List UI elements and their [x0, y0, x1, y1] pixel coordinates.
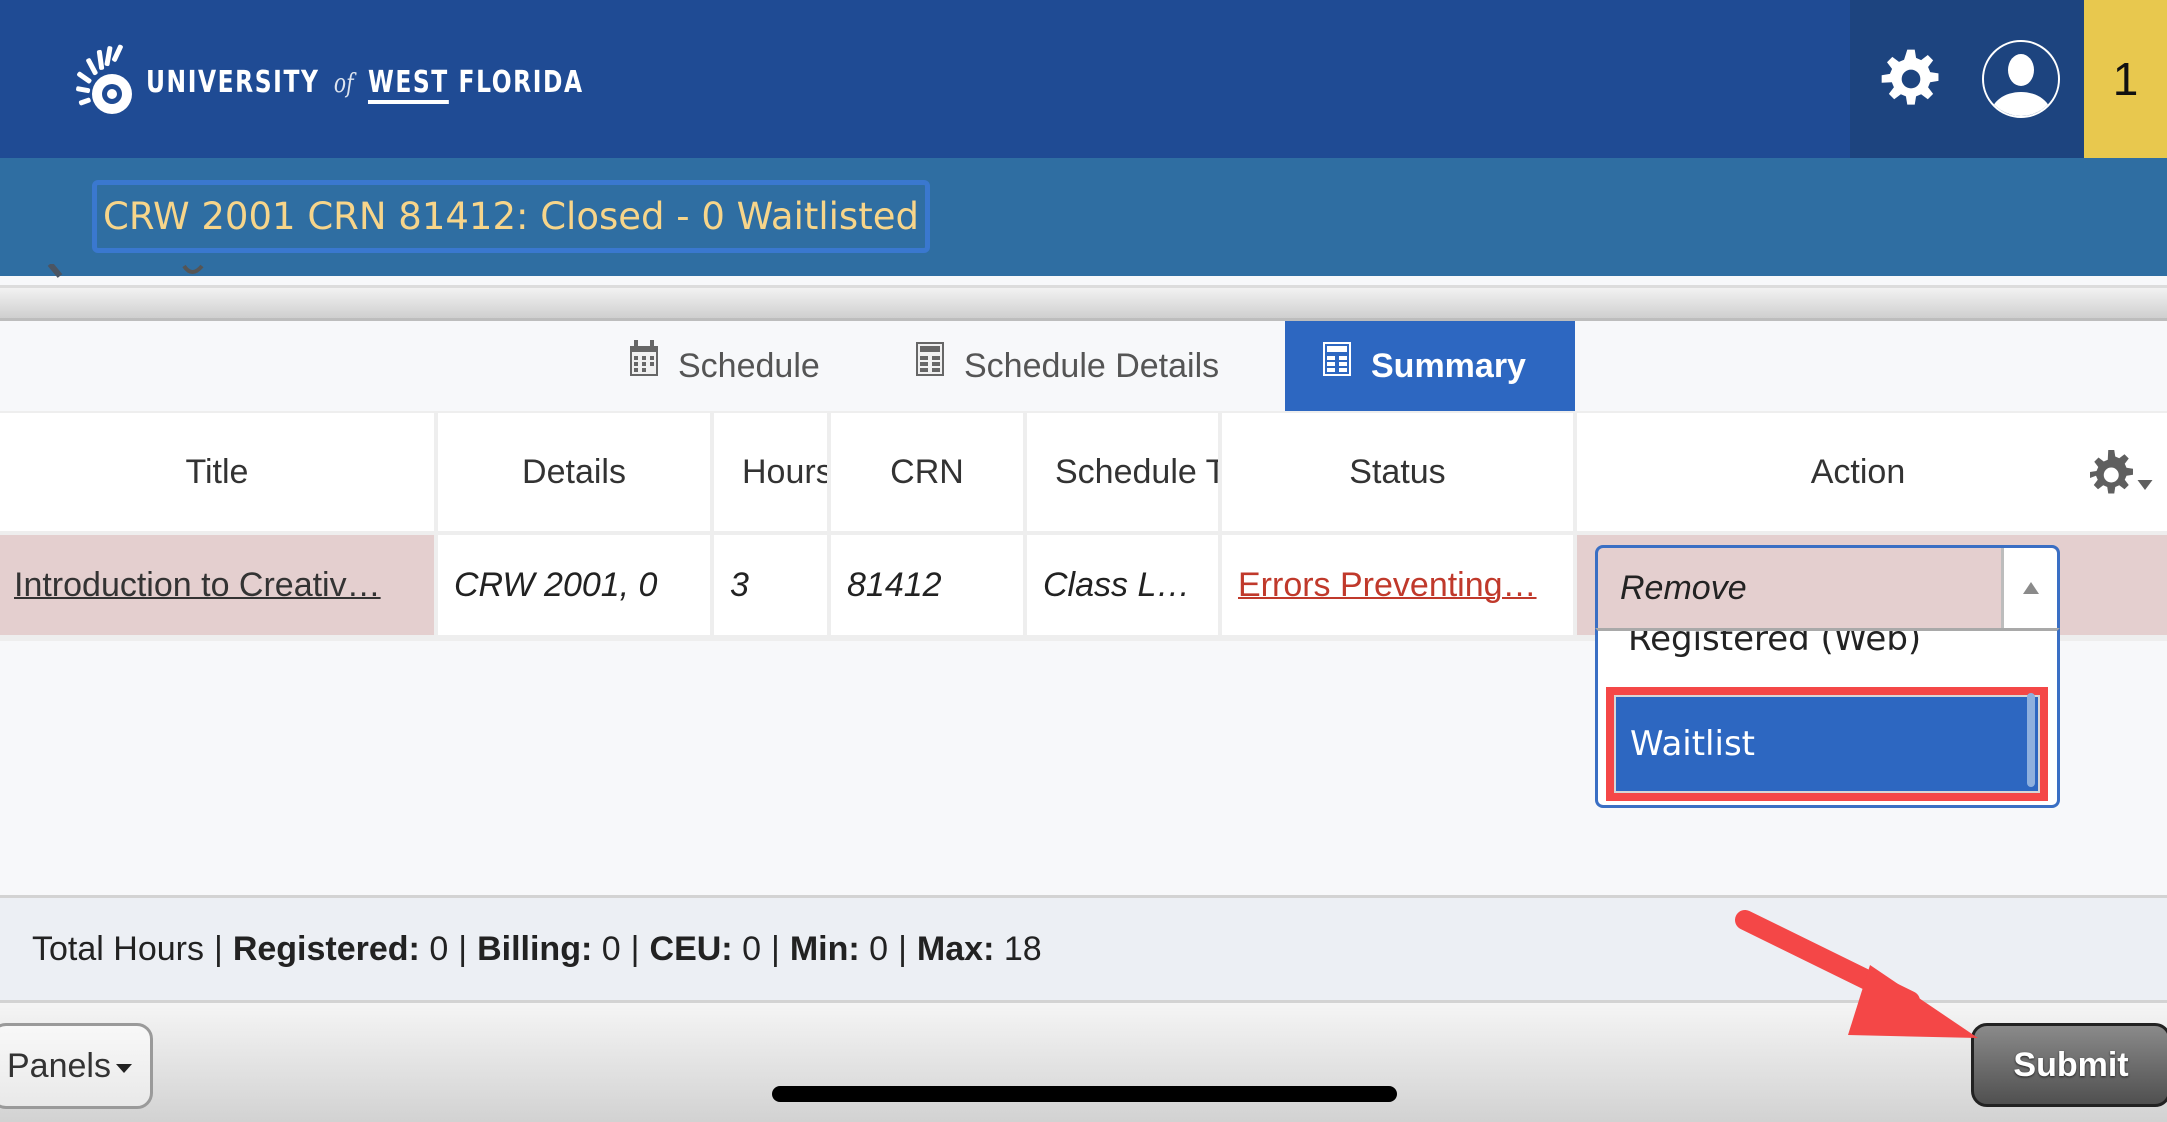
column-header-status[interactable]: Status [1222, 413, 1573, 531]
university-name: UNIVERSITY of WEST FLORIDA [146, 65, 584, 100]
header-tools [1850, 0, 2084, 158]
column-header-title[interactable]: Title [0, 413, 434, 531]
column-header-hours[interactable]: Hours [714, 413, 827, 531]
logo-word-florida: FLORIDA [458, 64, 584, 100]
column-header-details[interactable]: Details [438, 413, 710, 531]
logo-word-university: UNIVERSITY [146, 64, 320, 100]
billing-value: 0 [601, 929, 621, 968]
calendar-icon [630, 340, 658, 376]
option-registered-web[interactable]: Registered (Web) [1598, 631, 2057, 669]
registered-value: 0 [429, 929, 449, 968]
cell-hours: 3 [714, 535, 827, 635]
university-logo[interactable]: UNIVERSITY of WEST FLORIDA [76, 44, 707, 120]
column-header-action-label: Action [1810, 452, 1906, 491]
user-avatar-icon [1991, 54, 2051, 116]
min-label: Min: [789, 929, 860, 968]
max-value: 18 [1003, 929, 1042, 968]
column-header-crn[interactable]: CRN [831, 413, 1023, 531]
logo-word-west: WEST [367, 64, 449, 100]
site-header: UNIVERSITY of WEST FLORIDA 1 [0, 0, 2167, 158]
total-hours-bar: Total Hours | Registered: 0 | Billing: 0 | … [0, 895, 2167, 1003]
ceu-value: 0 [742, 929, 761, 968]
calculator-icon [1323, 342, 1351, 376]
cell-status: Errors Preventing… [1222, 535, 1573, 635]
tab-summary-label: Summary [1371, 346, 1526, 385]
total-hours-label: Total Hours [32, 929, 204, 968]
course-title-link[interactable]: Introduction to Creativ… [14, 566, 381, 605]
action-select-value: Remove [1620, 568, 1747, 607]
cell-schedule-type: Class L… [1027, 535, 1218, 635]
table-icon [916, 342, 944, 376]
action-dropdown-list: Registered (Web) Waitlist [1595, 628, 2060, 808]
caret-up-icon [2022, 582, 2039, 594]
tab-schedule[interactable]: Schedule [628, 321, 820, 411]
option-waitlist[interactable]: Waitlist [1606, 687, 2048, 801]
tab-schedule-label: Schedule [678, 346, 820, 385]
panels-button[interactable]: Panels [0, 1023, 153, 1109]
tab-schedule-details[interactable]: Schedule Details [914, 321, 1219, 411]
view-tabs: Schedule Schedule Details Summary [0, 321, 2167, 411]
footer-bar: Panels Submit [0, 1003, 2167, 1122]
billing-label: Billing: [477, 929, 593, 968]
caret-down-icon [115, 1064, 132, 1073]
user-profile-button[interactable] [1982, 40, 2060, 118]
panels-button-label: Panels [7, 1046, 111, 1085]
registered-label: Registered: [232, 929, 420, 968]
column-header-schedule-type[interactable]: Schedule T [1027, 413, 1218, 531]
registration-summary-page: UNIVERSITY of WEST FLORIDA 1 CRW 2001 CR [0, 0, 2167, 1122]
column-settings-button[interactable] [2085, 445, 2155, 505]
course-status-message[interactable]: CRW 2001 CRN 81412: Closed - 0 Waitliste… [92, 180, 930, 253]
min-value: 0 [869, 929, 889, 968]
nautilus-logo-icon [76, 44, 132, 114]
settings-button[interactable] [1876, 44, 1946, 114]
tab-summary[interactable]: Summary [1285, 321, 1575, 411]
partially-hidden-search-icon [47, 264, 204, 278]
cell-title: Introduction to Creativ… [0, 535, 434, 635]
notification-badge[interactable]: 1 [2084, 0, 2167, 158]
gear-dropdown-icon [2090, 450, 2153, 494]
column-header-action[interactable]: Action [1577, 413, 2167, 531]
ceu-label: CEU: [649, 929, 733, 968]
submit-button[interactable]: Submit [1971, 1023, 2167, 1107]
tab-schedule-details-label: Schedule Details [964, 346, 1220, 385]
cell-details: CRW 2001, 0 [438, 535, 710, 635]
cell-crn: 81412 [831, 535, 1023, 635]
gear-icon [1881, 49, 1939, 105]
table-header-row: Title Details Hours CRN Schedule T Statu… [0, 413, 2167, 531]
action-select-toggle[interactable] [2001, 548, 2057, 628]
status-errors-link[interactable]: Errors Preventing… [1238, 566, 1537, 605]
dropdown-scrollbar[interactable] [2027, 693, 2035, 787]
logo-word-of: of [333, 68, 354, 99]
home-indicator [772, 1086, 1397, 1102]
action-select[interactable]: Remove [1595, 545, 2060, 629]
toolbar-strip [0, 285, 2167, 321]
max-label: Max: [916, 929, 995, 968]
